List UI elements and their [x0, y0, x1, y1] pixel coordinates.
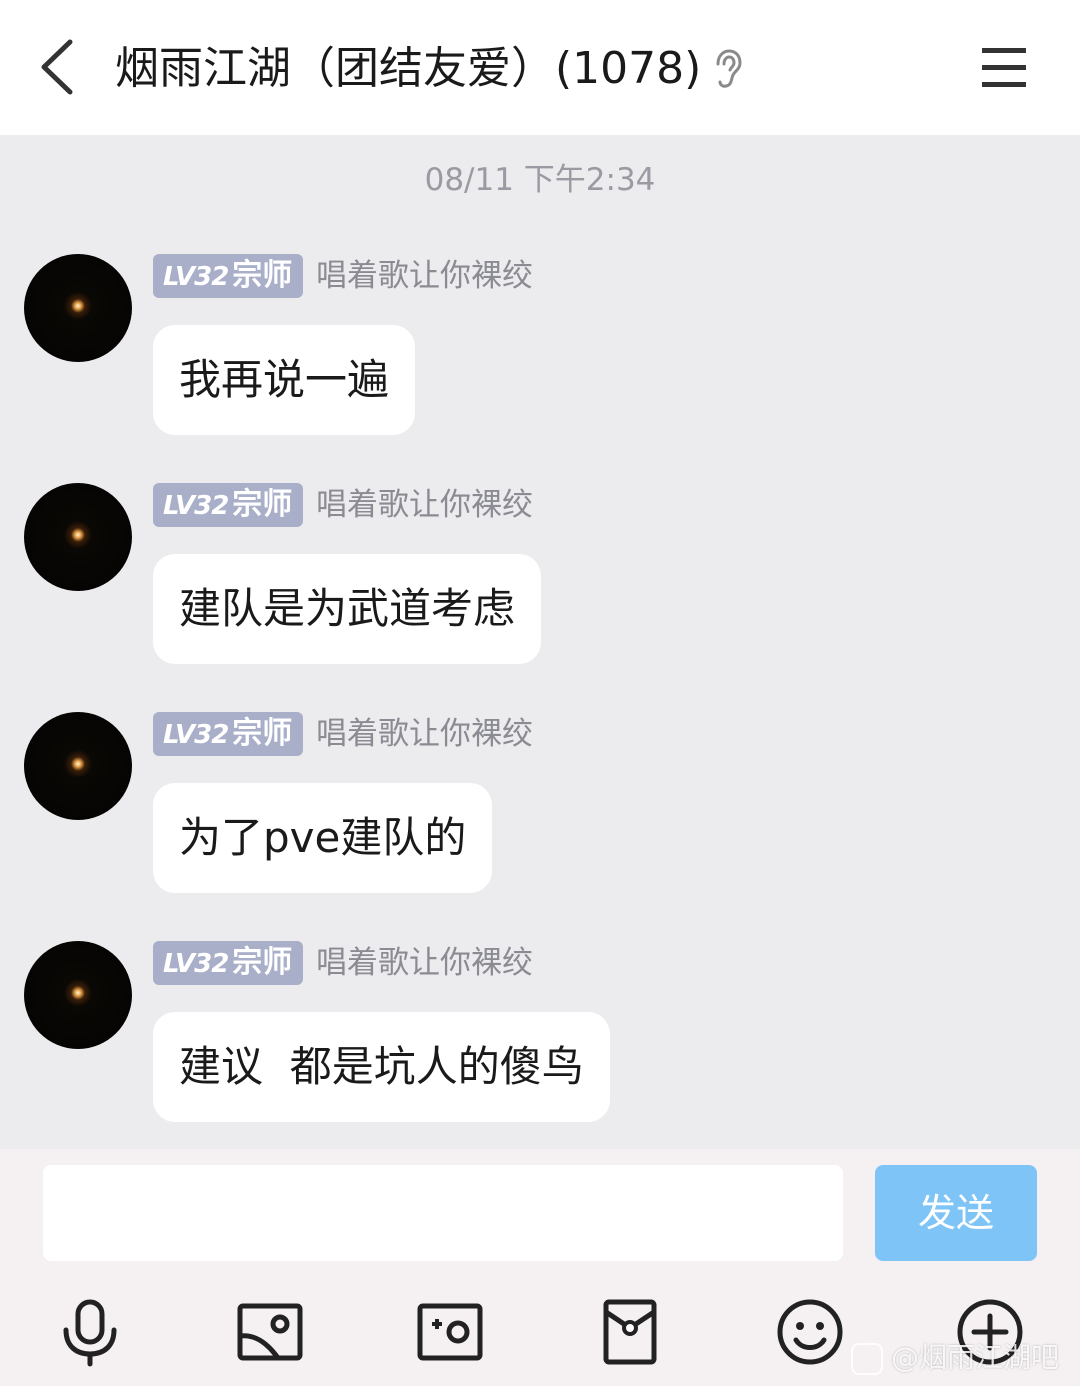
camera-icon[interactable]	[414, 1296, 486, 1368]
message-bubble[interactable]: 建队是为武道考虑	[153, 554, 542, 664]
red-packet-icon[interactable]	[594, 1296, 666, 1368]
message-bubble[interactable]: 为了pve建队的	[153, 783, 493, 893]
chevron-left-icon	[41, 39, 73, 95]
ear-icon[interactable]	[712, 48, 744, 90]
level-badge: LV32 宗师	[153, 483, 303, 527]
microphone-icon[interactable]	[54, 1296, 126, 1368]
message-bubble[interactable]: 建议 都是坑人的傻鸟	[153, 1012, 610, 1122]
rank-label: 宗师	[232, 258, 293, 293]
level-label: LV32	[163, 949, 229, 979]
back-button[interactable]	[28, 34, 88, 100]
message-input[interactable]	[43, 1165, 843, 1261]
menu-button[interactable]	[980, 46, 1028, 90]
chat-message: LV32 宗师 唱着歌让你裸绞 为了pve建队的	[0, 712, 1080, 922]
chat-message: LV32 宗师 唱着歌让你裸绞 建议 都是坑人的傻鸟	[0, 941, 1080, 1151]
avatar[interactable]	[24, 941, 132, 1049]
hamburger-menu-icon	[982, 48, 1026, 87]
message-bubble[interactable]: 我再说一遍	[153, 325, 416, 435]
rank-label: 宗师	[232, 945, 293, 980]
sender-nickname[interactable]: 唱着歌让你裸绞	[316, 483, 533, 527]
message-timestamp: 08/11 下午2:34	[424, 162, 656, 198]
level-badge: LV32 宗师	[153, 254, 303, 298]
chat-message: LV32 宗师 唱着歌让你裸绞 建队是为武道考虑	[0, 483, 1080, 693]
avatar[interactable]	[24, 712, 132, 820]
avatar[interactable]	[24, 483, 132, 591]
watermark-text: @烟雨江湖吧	[891, 1341, 1060, 1374]
level-label: LV32	[163, 491, 229, 521]
tieba-logo-icon	[851, 1343, 883, 1375]
avatar[interactable]	[24, 254, 132, 362]
level-label: LV32	[163, 262, 229, 292]
emoji-icon[interactable]	[774, 1296, 846, 1368]
sender-nickname[interactable]: 唱着歌让你裸绞	[316, 254, 533, 298]
sender-nickname[interactable]: 唱着歌让你裸绞	[316, 712, 533, 756]
sender-nickname[interactable]: 唱着歌让你裸绞	[316, 941, 533, 985]
rank-label: 宗师	[232, 487, 293, 522]
send-button[interactable]: 发送	[875, 1165, 1037, 1261]
level-label: LV32	[163, 720, 229, 750]
chat-title: 烟雨江湖（团结友爱）(1078)	[115, 43, 702, 94]
chat-header: 烟雨江湖（团结友爱）(1078)	[0, 0, 1080, 135]
level-badge: LV32 宗师	[153, 941, 303, 985]
image-icon[interactable]	[234, 1296, 306, 1368]
chat-message: LV32 宗师 唱着歌让你裸绞 我再说一遍	[0, 254, 1080, 464]
level-badge: LV32 宗师	[153, 712, 303, 756]
watermark: @烟雨江湖吧	[851, 1338, 1059, 1378]
rank-label: 宗师	[232, 716, 293, 751]
